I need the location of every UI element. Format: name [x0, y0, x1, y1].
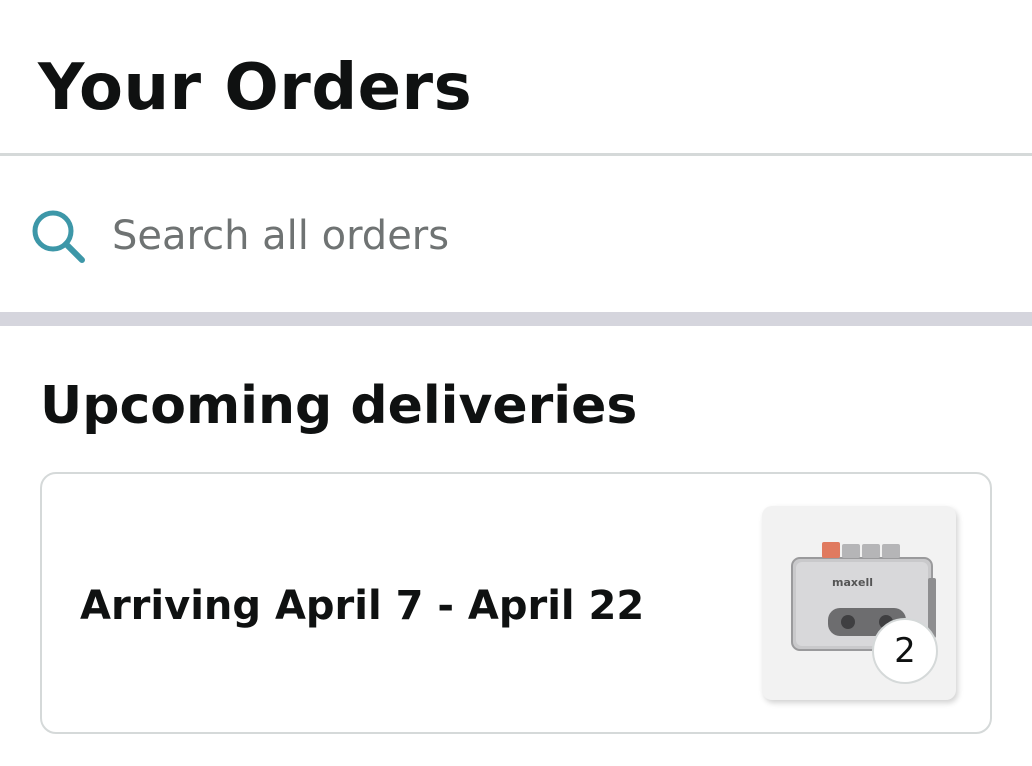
orders-page: Your Orders Upcoming deliveries Arriving… — [0, 0, 1032, 766]
section-divider — [0, 312, 1032, 326]
quantity-badge: 2 — [872, 618, 938, 684]
product-thumbnail[interactable]: maxell 2 — [762, 506, 956, 700]
product-brand-mark: maxell — [832, 576, 873, 589]
page-header: Your Orders — [0, 0, 1032, 156]
search-input[interactable] — [112, 206, 992, 266]
delivery-card[interactable]: Arriving April 7 - April 22 maxell 2 — [40, 472, 992, 734]
arrival-date-text: Arriving April 7 - April 22 — [80, 583, 645, 629]
page-title: Your Orders — [38, 51, 473, 125]
upcoming-deliveries-heading: Upcoming deliveries — [40, 376, 638, 436]
search-icon[interactable] — [28, 206, 88, 266]
